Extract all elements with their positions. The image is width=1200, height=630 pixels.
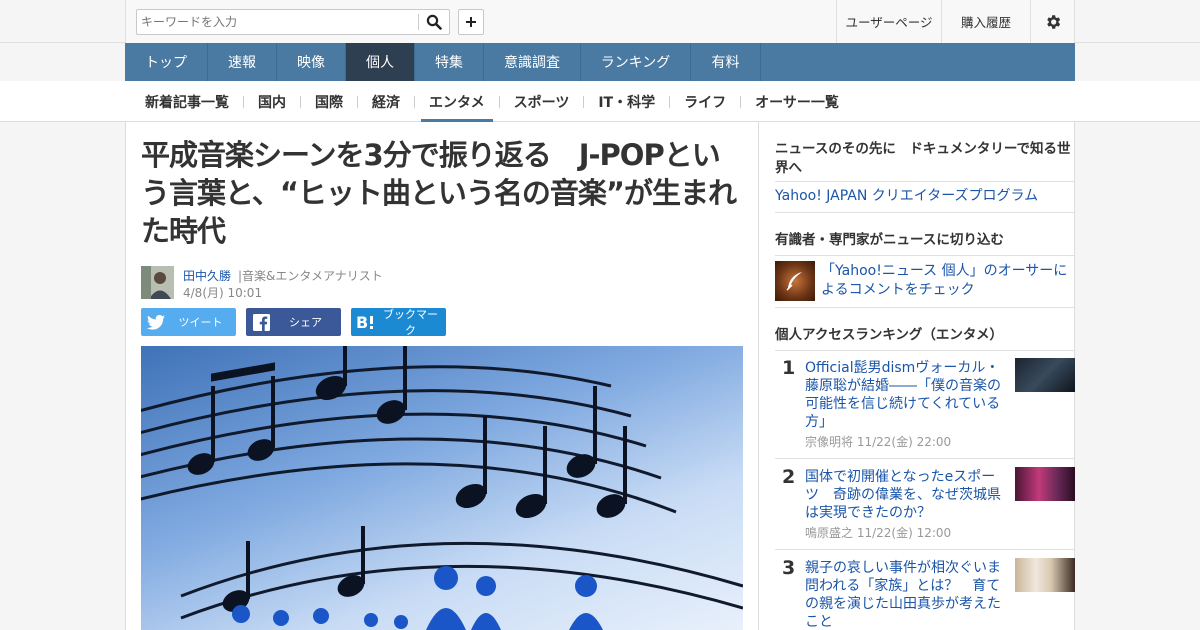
author-avatar[interactable] (141, 266, 174, 299)
ranking-article-link[interactable]: 国体で初開催となったeスポーツ 奇跡の偉業を、なぜ茨城県は実現できたのか？ (805, 468, 1005, 522)
article-panel: 平成音楽シーンを3分で振り返る J-POPという言葉と、“ヒット曲という名の音楽… (125, 122, 759, 630)
subnav-international[interactable]: 国際 (315, 81, 343, 122)
top-bar-inner: ユーザーページ 購入履歴 (125, 0, 1075, 43)
expert-heading: 有識者・専門家がニュースに切り込む (775, 232, 1004, 248)
author-comment-icon[interactable] (775, 261, 815, 301)
sub-nav-inner: 新着記事一覧 国内 国際 経済 エンタメ スポーツ IT・科学 ライフ オーサー… (125, 81, 839, 122)
subnav-sports[interactable]: スポーツ (514, 81, 570, 122)
subnav-latest[interactable]: 新着記事一覧 (145, 81, 229, 122)
main-nav: トップ 速報 映像 個人 特集 意識調査 ランキング 有料 (125, 43, 1075, 81)
sidebar-divider (775, 549, 1075, 550)
sidebar-divider (775, 458, 1075, 459)
top-bar: ユーザーページ 購入履歴 (0, 0, 1200, 43)
plus-icon (466, 17, 476, 27)
author-name-link[interactable]: 田中久勝 (183, 267, 231, 284)
subnav-economy[interactable]: 経済 (372, 81, 400, 122)
subnav-separator (414, 95, 415, 108)
subnav-separator (243, 95, 244, 108)
hatena-bookmark-button[interactable]: B ブックマーク (351, 308, 446, 337)
sidebar: ニュースのその先に ドキュメンタリーで知る世界へ Yahoo! JAPAN クリ… (759, 122, 1075, 630)
sidebar-divider (775, 181, 1075, 182)
ranking-thumbnail[interactable] (1015, 358, 1075, 392)
add-button[interactable] (458, 9, 484, 35)
nav-tab-survey[interactable]: 意識調査 (484, 43, 581, 81)
nav-tab-breaking[interactable]: 速報 (208, 43, 277, 81)
purchase-history-link[interactable]: 購入履歴 (941, 0, 1030, 43)
gear-icon (1047, 14, 1061, 29)
tweet-label: ツイート (178, 316, 223, 329)
tweet-button[interactable]: ツイート (141, 308, 236, 336)
avatar-photo (141, 266, 174, 299)
subnav-authors[interactable]: オーサー一覧 (755, 81, 839, 122)
hatena-bookmark-icon: B (351, 314, 381, 330)
subnav-separator (357, 95, 358, 108)
search-separator (418, 14, 419, 30)
ranking-article-link[interactable]: 親子の哀しい事件が相次ぐいま問われる「家族」とは？ 育ての親を演じた山田真歩が考… (805, 559, 1005, 630)
nav-tab-feature[interactable]: 特集 (415, 43, 484, 81)
quill-icon (786, 272, 802, 291)
subnav-separator (740, 95, 742, 108)
ranking-heading: 個人アクセスランキング（エンタメ） (775, 327, 1004, 343)
article-hero-image (141, 346, 743, 630)
settings-button[interactable] (1030, 0, 1075, 43)
ranking-number: 1 (782, 357, 796, 379)
ranking-article-link[interactable]: Official髭男dismヴォーカル・藤原聡が結婚――「僕の音楽の可能性を信じ… (805, 359, 1005, 431)
sidebar-divider (775, 255, 1075, 256)
subnav-entertainment[interactable]: エンタメ (421, 81, 493, 122)
nav-tab-top[interactable]: トップ (125, 43, 208, 81)
svg-text:B: B (356, 314, 368, 330)
author-role: |音楽&エンタメアナリスト (238, 269, 383, 283)
article-title: 平成音楽シーンを3分で振り返る J-POPという言葉と、“ヒット曲という名の音楽… (141, 138, 737, 248)
creators-program-link[interactable]: Yahoo! JAPAN クリエイターズプログラム (775, 187, 1038, 206)
nav-tab-paid[interactable]: 有料 (691, 43, 761, 81)
nav-tab-ranking[interactable]: ランキング (581, 43, 691, 81)
nav-tab-individual[interactable]: 個人 (346, 43, 415, 81)
ranking-thumbnail[interactable] (1015, 558, 1075, 592)
subnav-separator (498, 95, 500, 108)
hatena-bookmark-label: ブックマーク (383, 308, 438, 337)
subnav-separator (669, 95, 671, 108)
ranking-number: 2 (782, 466, 796, 488)
post-date: 4/8(月) 10:01 (183, 286, 263, 300)
subnav-life[interactable]: ライフ (684, 81, 726, 122)
facebook-share-label: シェア (289, 316, 322, 329)
nav-tab-video[interactable]: 映像 (277, 43, 346, 81)
facebook-icon (246, 313, 276, 331)
sidebar-divider (775, 212, 1075, 213)
sub-nav: 新着記事一覧 国内 国際 経済 エンタメ スポーツ IT・科学 ライフ オーサー… (0, 81, 1200, 122)
facebook-share-button[interactable]: シェア (246, 308, 341, 336)
search-button[interactable] (422, 12, 446, 32)
author-comments-link[interactable]: 「Yahoo!ニュース 個人」のオーサーによるコメントをチェック (821, 262, 1071, 300)
sidebar-divider (775, 307, 1075, 308)
ranking-meta: 鳴原盛之 11/22(金) 12:00 (805, 526, 952, 540)
subnav-it-science[interactable]: IT・科学 (598, 81, 655, 122)
ranking-number: 3 (782, 557, 796, 579)
twitter-icon (141, 314, 171, 330)
subnav-separator (583, 95, 585, 108)
ranking-meta: 宗像明将 11/22(金) 22:00 (805, 435, 952, 449)
subnav-separator (300, 95, 301, 108)
documentary-heading: ニュースのその先に ドキュメンタリーで知る世界へ (775, 141, 1071, 176)
ranking-thumbnail[interactable] (1015, 467, 1075, 501)
user-page-link[interactable]: ユーザーページ (836, 0, 941, 43)
search-icon (426, 14, 442, 30)
search-input[interactable] (139, 12, 417, 32)
music-notes-illustration (141, 346, 743, 630)
search-box (136, 9, 450, 35)
sidebar-divider (775, 350, 1075, 351)
subnav-domestic[interactable]: 国内 (258, 81, 286, 122)
